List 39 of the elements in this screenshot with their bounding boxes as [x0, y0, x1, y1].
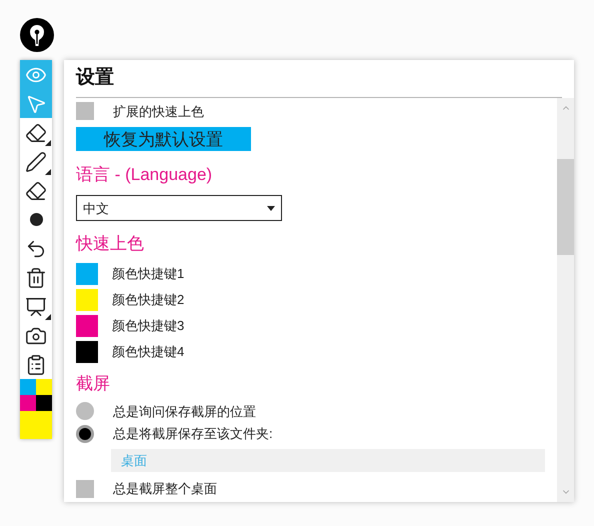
scrollbar-thumb[interactable]	[557, 158, 574, 254]
color-swatch[interactable]	[76, 314, 98, 337]
checkbox[interactable]	[76, 480, 94, 498]
clipboard-icon	[25, 354, 47, 376]
radio-label: 总是将截屏保存至该文件夹:	[113, 425, 273, 444]
easel-icon	[25, 296, 47, 318]
color-swatch[interactable]	[76, 288, 98, 311]
checkbox-label: 扩展的快速上色	[113, 102, 204, 121]
shortcut-label: 颜色快捷键2	[112, 291, 184, 310]
checkbox[interactable]	[76, 102, 94, 120]
checkbox-label: 总是截屏整个桌面	[113, 480, 217, 498]
dropdown-arrow-icon	[267, 206, 275, 211]
shortcut-label: 颜色快捷键1	[112, 265, 184, 284]
trash-icon	[25, 266, 47, 288]
palette-color[interactable]	[20, 395, 36, 411]
pen-icon	[25, 150, 47, 172]
reset-button[interactable]: 恢复为默认设置	[76, 127, 251, 152]
radio-button[interactable]	[76, 402, 94, 420]
tool-button[interactable]	[20, 350, 52, 379]
color-swatch[interactable]	[76, 262, 98, 285]
scrollbar[interactable]	[557, 98, 574, 502]
section-heading: 快速上色	[76, 233, 145, 256]
palette-color[interactable]	[36, 379, 52, 395]
language-dropdown[interactable]: 中文	[76, 195, 282, 222]
radio-button[interactable]	[76, 424, 94, 443]
palette-color[interactable]	[20, 411, 52, 439]
palette-color[interactable]	[36, 395, 52, 411]
color-swatch[interactable]	[76, 340, 98, 363]
palette-color[interactable]	[20, 379, 36, 395]
eraser-icon	[25, 122, 47, 144]
section-heading: 截屏	[76, 372, 111, 395]
radio-label: 总是询问保存截屏的位置	[113, 402, 256, 421]
tool-button[interactable]	[20, 118, 52, 147]
pen-nib-logo[interactable]	[20, 18, 54, 52]
shortcut-label: 颜色快捷键4	[112, 343, 184, 362]
panel-title: 设置	[76, 67, 114, 88]
eraser-icon	[25, 180, 47, 202]
section-heading: 语言 - (Language)	[76, 164, 214, 186]
shortcut-label: 颜色快捷键3	[112, 317, 184, 336]
